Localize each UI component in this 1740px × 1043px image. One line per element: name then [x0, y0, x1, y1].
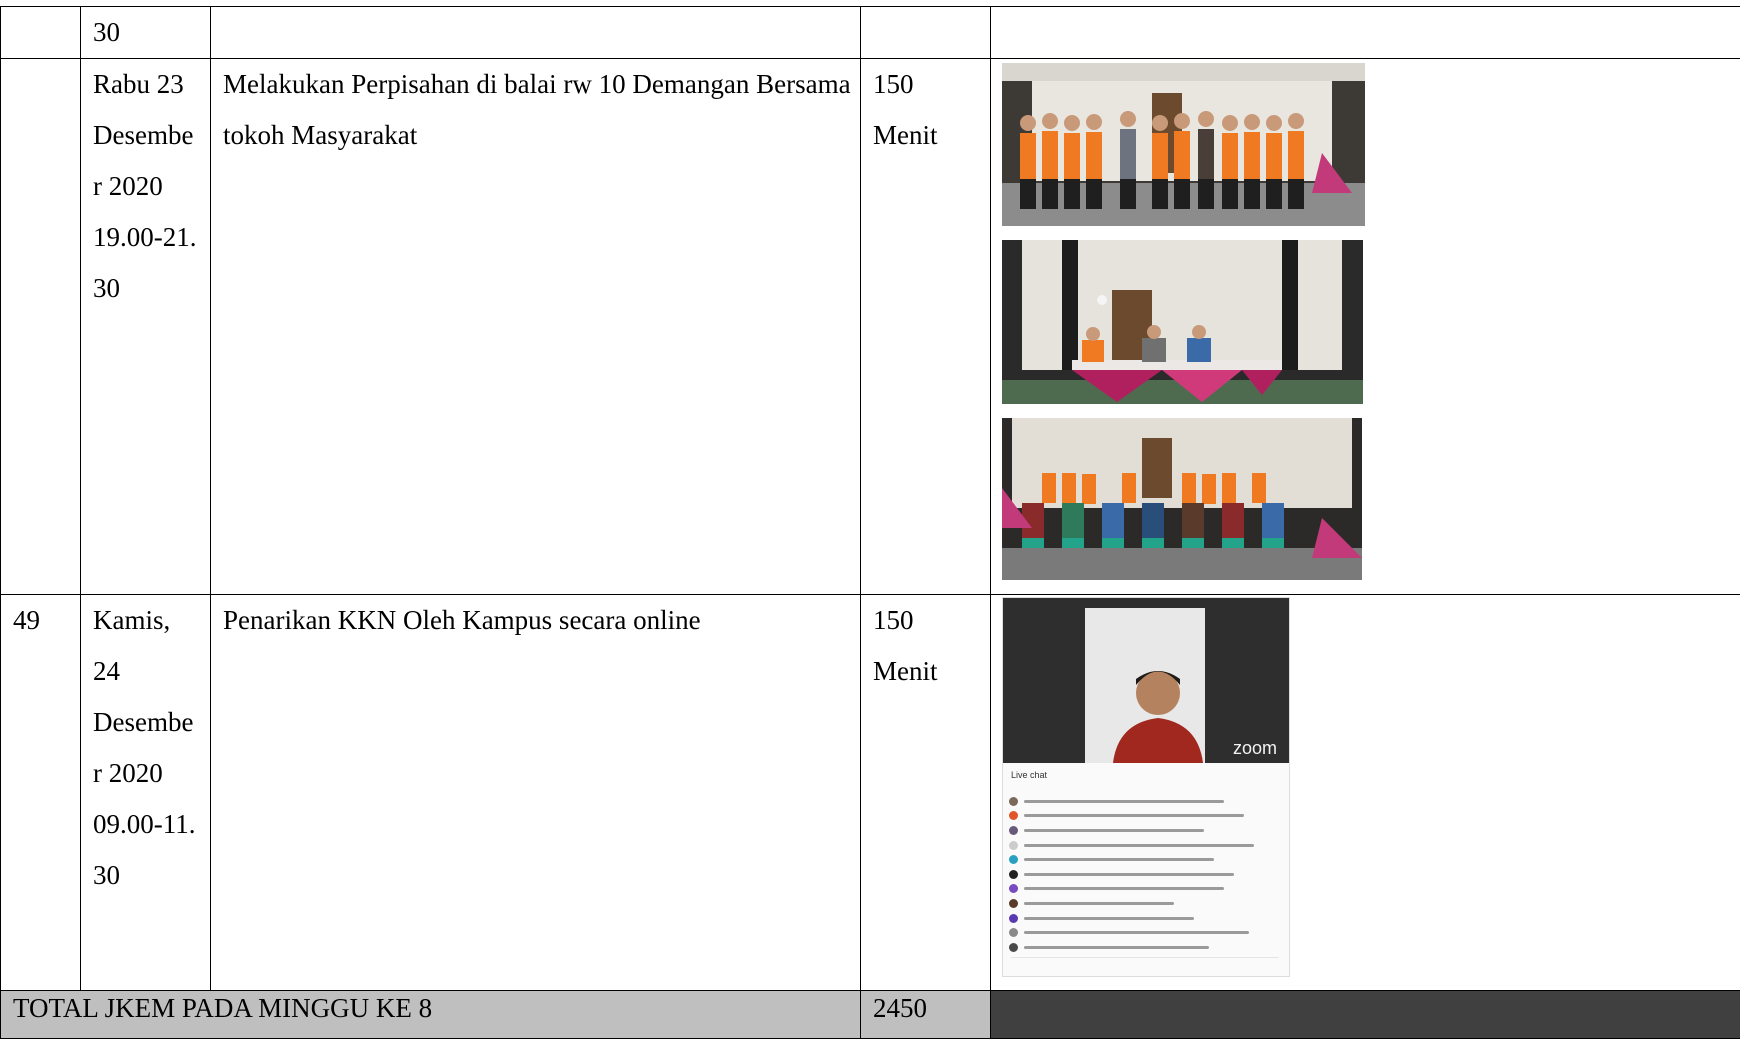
chat-message: [1009, 896, 1281, 911]
duration-unit: Menit: [873, 120, 938, 150]
duration-cell: 150 Menit: [860, 594, 991, 991]
total-empty-cell: [990, 990, 1740, 1039]
duration-unit: Menit: [873, 656, 938, 686]
date-line: Desembe: [93, 707, 194, 737]
date-line: Desembe: [93, 120, 194, 150]
chat-message: [1009, 794, 1281, 809]
group-photo-with-community: [1002, 418, 1362, 580]
table-row: 49 Kamis, 24 Desembe r 2020 09.00-11. 30…: [0, 594, 1740, 991]
total-row: TOTAL JKEM PADA MINGGU KE 8 2450: [0, 990, 1740, 1039]
date-cell: Kamis, 24 Desembe r 2020 09.00-11. 30: [80, 594, 211, 991]
chat-message: [1009, 940, 1281, 955]
activity-cell: Melakukan Perpisahan di balai rw 10 Dema…: [210, 58, 861, 595]
duration-cell: 150 Menit: [860, 58, 991, 595]
date-line: 30: [93, 17, 120, 47]
table-row: Rabu 23 Desembe r 2020 19.00-21. 30 Mela…: [0, 58, 1740, 595]
date-line: 19.00-21.: [93, 222, 197, 252]
date-line: 30: [93, 860, 120, 890]
activity-cell: [210, 6, 861, 59]
date-line: 09.00-11.: [93, 809, 196, 839]
total-label: TOTAL JKEM PADA MINGGU KE 8: [0, 990, 861, 1039]
date-cell: Rabu 23 Desembe r 2020 19.00-21. 30: [80, 58, 211, 595]
chat-message: [1009, 882, 1281, 897]
row-number-cell: [0, 58, 81, 595]
table-row: 30: [0, 6, 1740, 59]
zoom-meeting-screenshot: zoom Live chat: [1002, 597, 1290, 977]
chat-message: [1009, 809, 1281, 824]
duration-value: 150: [873, 69, 914, 99]
activity-cell: Penarikan KKN Oleh Kampus secara online: [210, 594, 861, 991]
row-number-cell: [0, 6, 81, 59]
live-chat-title: Live chat: [1011, 770, 1048, 780]
date-line: r 2020: [93, 171, 163, 201]
activity-line: Melakukan Perpisahan di balai rw 10 Dema…: [223, 69, 851, 99]
farewell-group-photo: [1002, 63, 1365, 226]
documentation-cell: zoom Live chat: [990, 594, 1740, 991]
documentation-cell: [990, 6, 1740, 59]
date-cell: 30: [80, 6, 211, 59]
date-line: Rabu 23: [93, 69, 184, 99]
date-line: r 2020: [93, 758, 163, 788]
chat-message: [1009, 823, 1281, 838]
activity-line: Penarikan KKN Oleh Kampus secara online: [223, 605, 701, 635]
date-line: Kamis,: [93, 605, 171, 635]
chat-input-bar: [1011, 957, 1279, 968]
zoom-video-pane: zoom: [1003, 598, 1289, 763]
activity-log-table: 30 Rabu 23 Desembe r 2020 19.00-21. 30 M…: [0, 6, 1740, 1039]
row-number-cell: 49: [0, 594, 81, 991]
speaker-figure: [1113, 671, 1203, 763]
documentation-cell: [990, 58, 1740, 595]
duration-value: 150: [873, 605, 914, 635]
duration-cell: [860, 6, 991, 59]
chat-message: [1009, 867, 1281, 882]
chat-message-list: [1009, 794, 1281, 955]
total-value: 2450: [860, 990, 991, 1039]
activity-line: tokoh Masyarakat: [223, 120, 418, 150]
date-line: 24: [93, 656, 120, 686]
date-line: 30: [93, 273, 120, 303]
chat-message: [1009, 852, 1281, 867]
chat-message: [1009, 911, 1281, 926]
chat-message: [1009, 925, 1281, 940]
chat-message: [1009, 838, 1281, 853]
meeting-table-photo: [1002, 240, 1363, 404]
zoom-logo: zoom: [1232, 738, 1277, 758]
